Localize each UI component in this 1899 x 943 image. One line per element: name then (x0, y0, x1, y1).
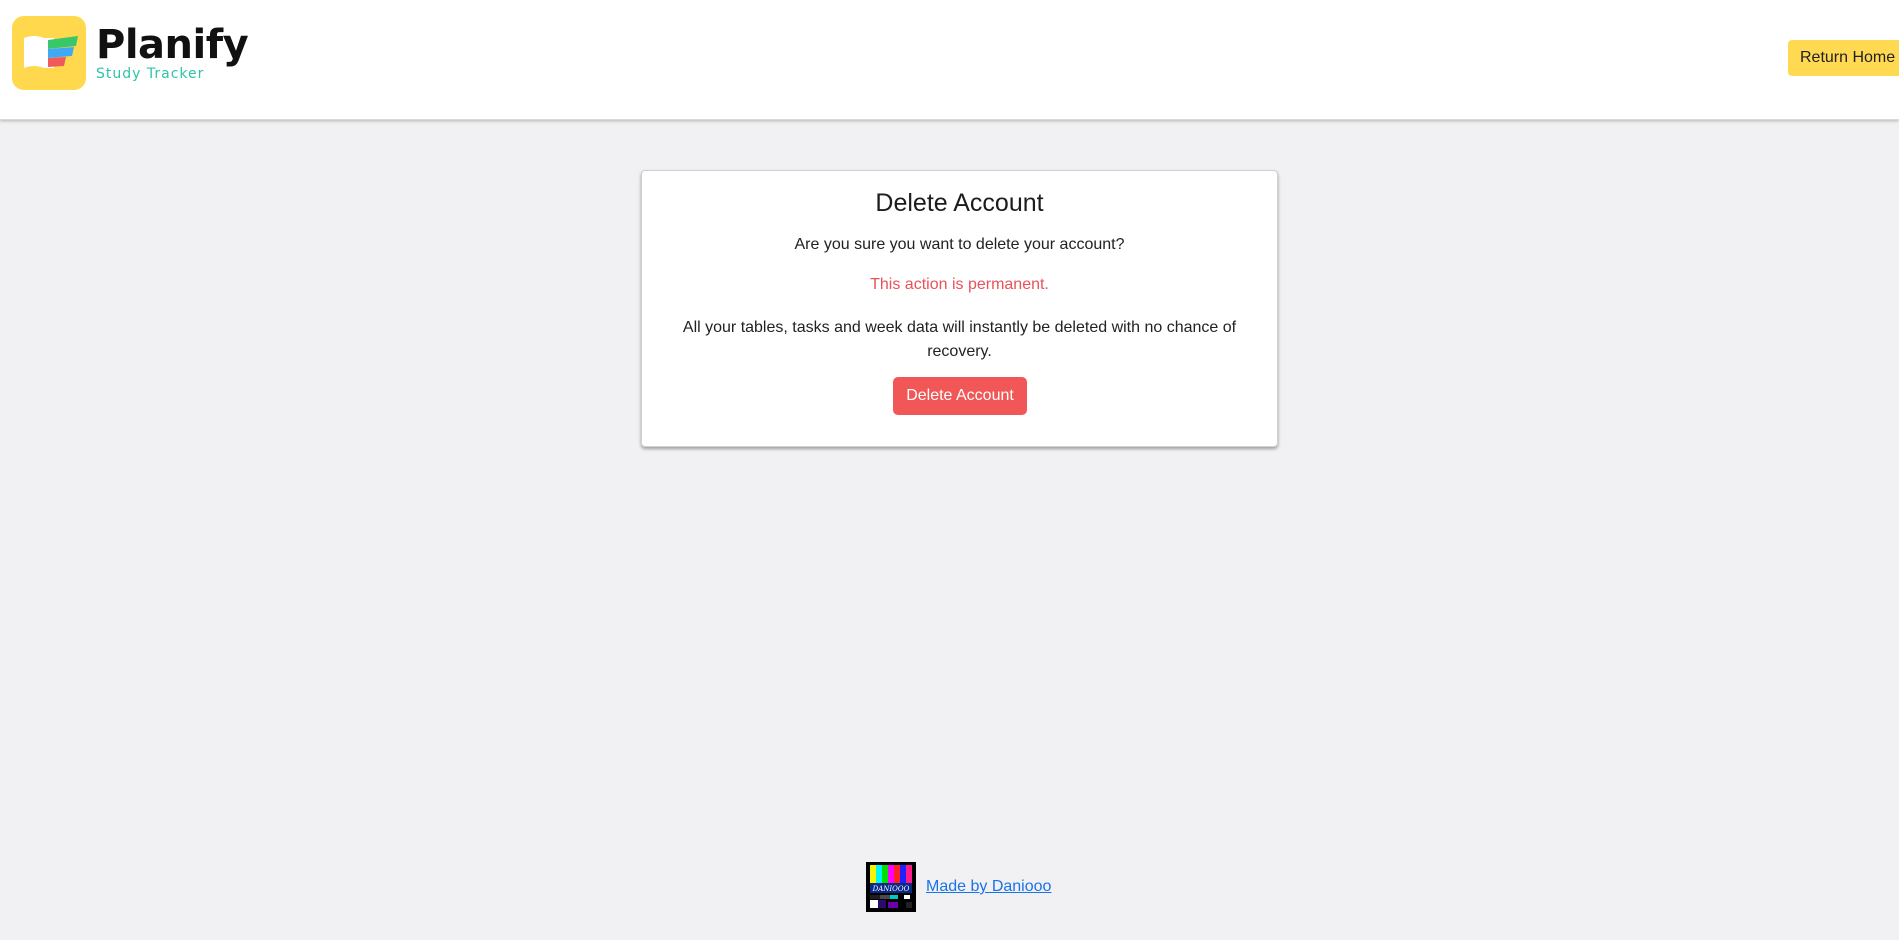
author-credit-link[interactable]: Made by Daniooo (926, 878, 1051, 896)
delete-account-button[interactable]: Delete Account (893, 377, 1027, 415)
brand-home-link[interactable]: Planify Study Tracker (12, 16, 249, 90)
top-navbar: Planify Study Tracker Return Home (0, 0, 1899, 120)
permanent-warning: This action is permanent. (870, 276, 1049, 293)
brand-name: Planify (96, 22, 249, 68)
open-book-icon (12, 16, 86, 90)
footer: DANIOOO Made by Daniooo (866, 862, 1051, 912)
return-home-button[interactable]: Return Home (1788, 40, 1899, 76)
deletion-detail: All your tables, tasks and week data wil… (682, 319, 1237, 360)
test-pattern-icon: DANIOOO (866, 862, 916, 912)
brand-tagline: Study Tracker (96, 66, 205, 82)
confirmation-question: Are you sure you want to delete your acc… (794, 236, 1125, 253)
svg-text:DANIOOO: DANIOOO (872, 885, 910, 893)
brand-text: Planify Study Tracker (96, 22, 249, 82)
page-title: Delete Account (875, 189, 1044, 217)
delete-account-card: Delete Account Are you sure you want to … (641, 170, 1278, 447)
